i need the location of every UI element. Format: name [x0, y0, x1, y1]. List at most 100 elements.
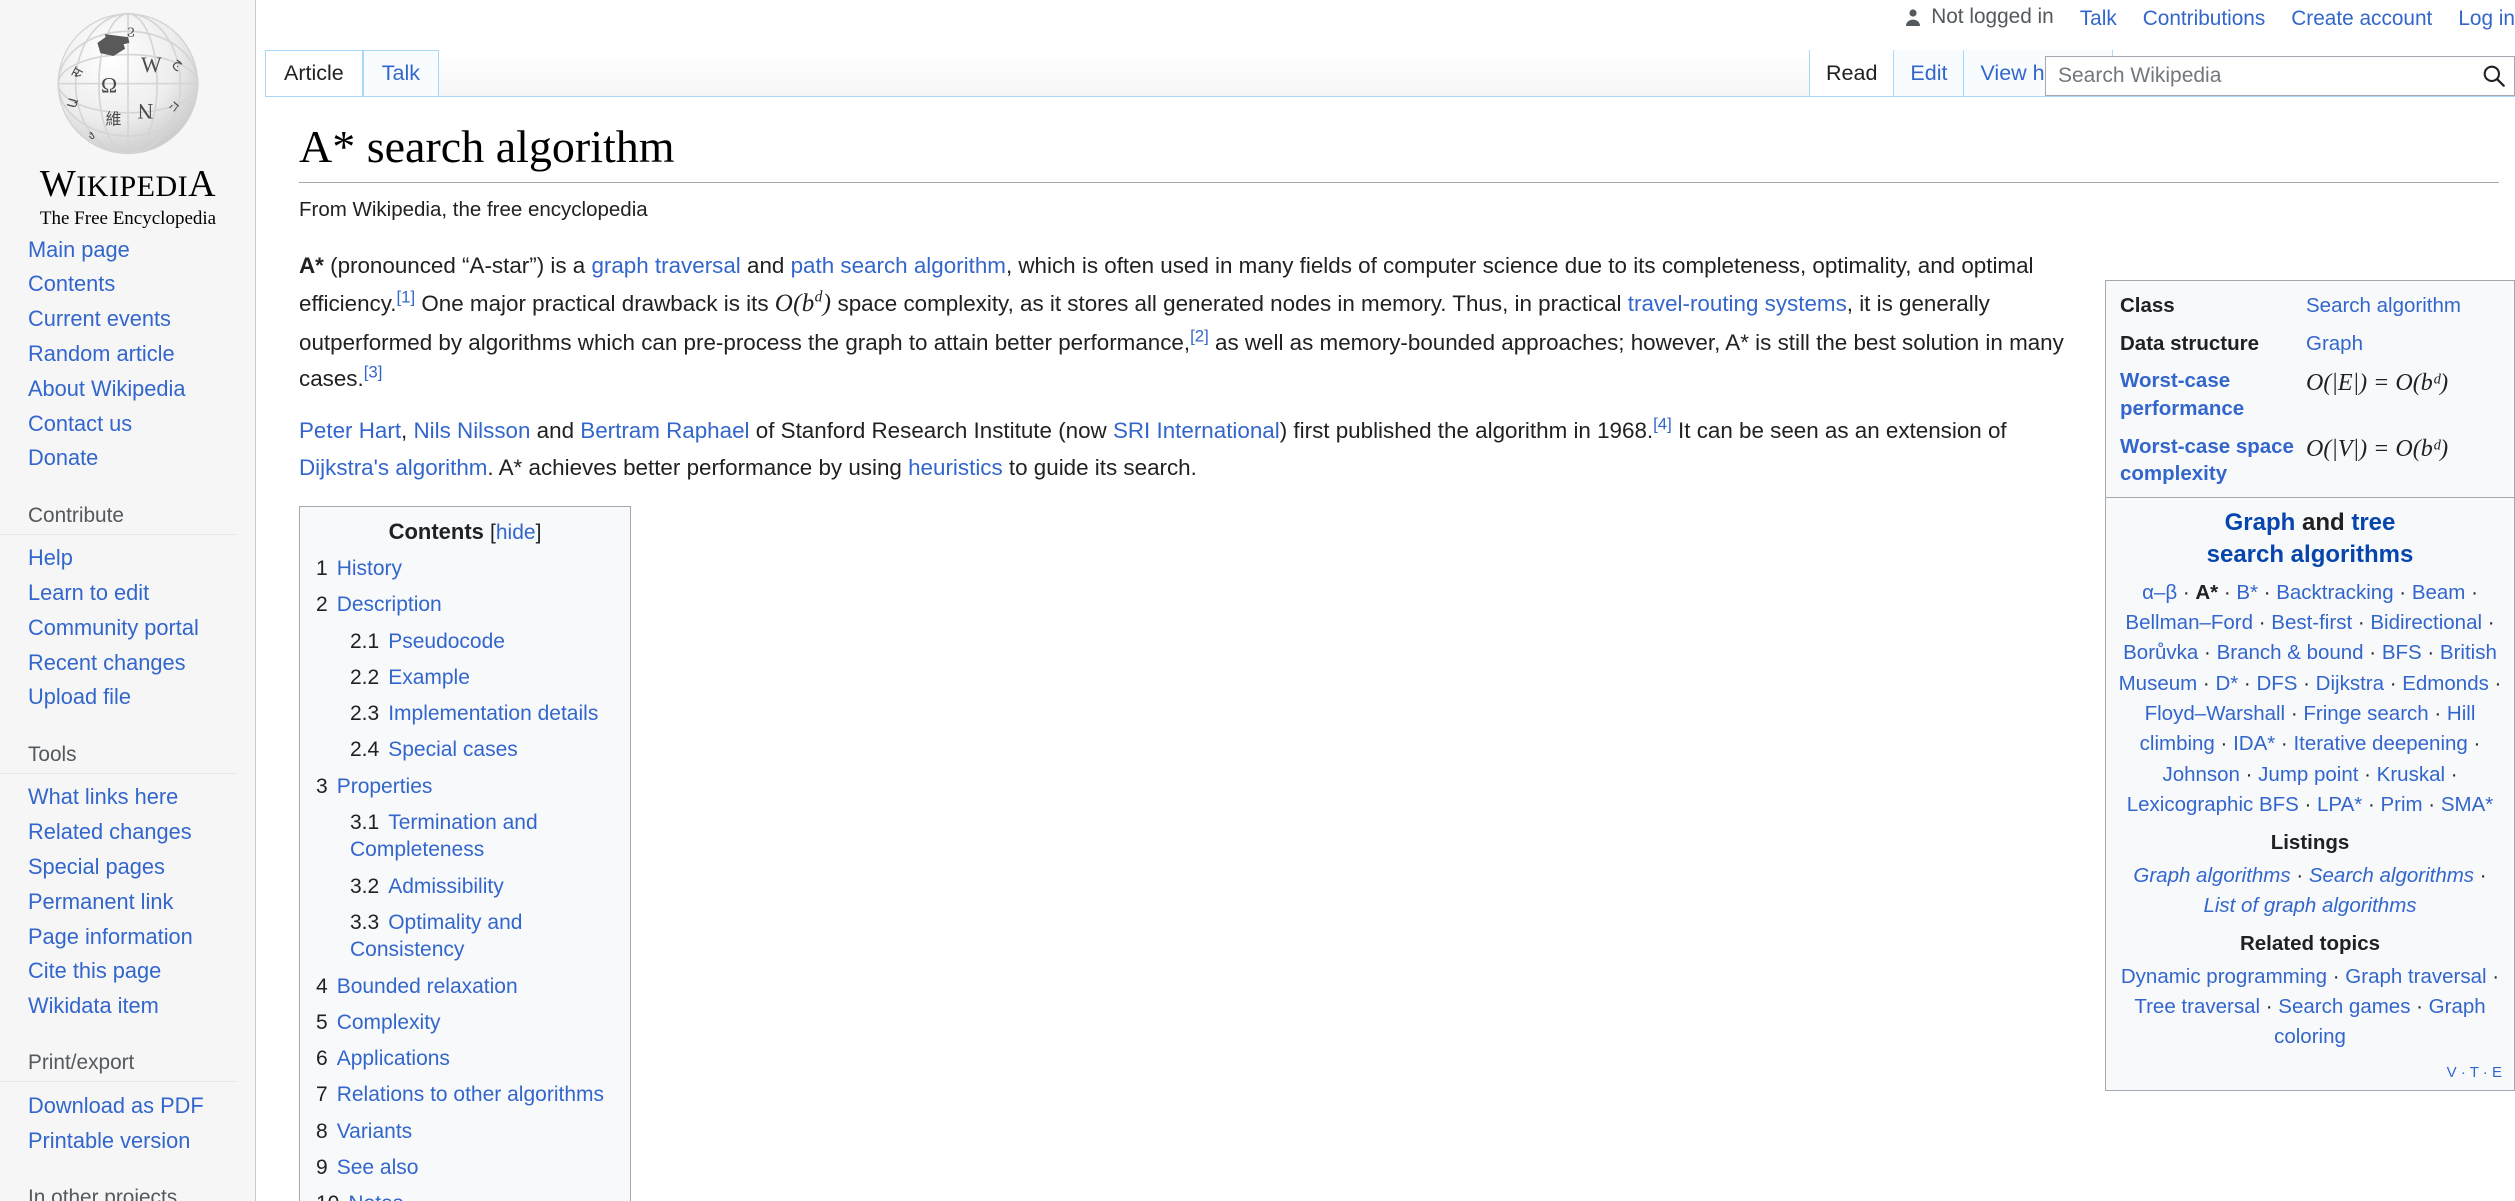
- navbox-link-dfs[interactable]: DFS: [2256, 672, 2297, 695]
- reference-marker-1[interactable]: [1]: [397, 288, 416, 307]
- link-worst-case-performance[interactable]: Worst-case performance: [2120, 369, 2244, 420]
- toc-link[interactable]: Implementation details: [388, 702, 598, 725]
- toc-item-pseudocode[interactable]: 2.1 Pseudocode: [316, 628, 614, 655]
- sidebar-item-download-as-pdf[interactable]: Download as PDF: [0, 1088, 255, 1123]
- search-box[interactable]: [2045, 56, 2515, 96]
- toc-item-history[interactable]: 1 History: [316, 555, 614, 582]
- tab-article[interactable]: Article: [265, 50, 363, 96]
- sidebar-item-upload-file[interactable]: Upload file: [0, 680, 255, 715]
- navbox-link-lexicographic-bfs[interactable]: Lexicographic BFS: [2127, 793, 2299, 816]
- wikipedia-logo[interactable]: Ω W N 維 स ج Ϩ ה ง Ա WIKIPEDIA The Free E…: [0, 0, 256, 232]
- reference-link[interactable]: [3]: [364, 363, 383, 382]
- link-search-algorithm[interactable]: Search algorithm: [2306, 294, 2461, 317]
- sidebar-item-contents[interactable]: Contents: [0, 267, 255, 302]
- sidebar-link[interactable]: Current events: [28, 306, 171, 331]
- sidebar-link[interactable]: What links here: [28, 784, 178, 809]
- sidebar-item-help[interactable]: Help: [0, 541, 255, 576]
- navbox-listing-link-graph-algorithms[interactable]: Graph algorithms: [2133, 864, 2290, 887]
- toc-link[interactable]: Special cases: [388, 738, 518, 761]
- navbox-related-link-dynamic-programming[interactable]: Dynamic programming: [2121, 965, 2327, 988]
- toc-item-see-also[interactable]: 9 See also: [316, 1154, 614, 1181]
- sidebar-item-wikidata-item[interactable]: Wikidata item: [0, 989, 255, 1024]
- navbox-link-best-first[interactable]: Best-first: [2271, 611, 2352, 634]
- sidebar-link[interactable]: Contents: [28, 271, 115, 296]
- sidebar-link[interactable]: Printable version: [28, 1128, 190, 1153]
- navbox-listing-link-list-of-graph-algorithms[interactable]: List of graph algorithms: [2203, 894, 2416, 917]
- toc-item-example[interactable]: 2.2 Example: [316, 664, 614, 691]
- toc-item-admissibility[interactable]: 3.2 Admissibility: [316, 873, 614, 900]
- toc-toggle[interactable]: [hide]: [490, 521, 541, 544]
- sidebar-link[interactable]: Permanent link: [28, 889, 173, 914]
- sidebar-link[interactable]: Main page: [28, 237, 130, 262]
- toc-item-special-cases[interactable]: 2.4 Special cases: [316, 736, 614, 763]
- link-travel-routing-systems[interactable]: travel-routing systems: [1628, 291, 1847, 316]
- search-input[interactable]: [2046, 64, 2474, 88]
- toc-link[interactable]: Description: [337, 593, 442, 616]
- vte-link-t[interactable]: T: [2470, 1064, 2479, 1081]
- link-tree-nav[interactable]: tree: [2351, 509, 2395, 536]
- toc-link[interactable]: Bounded relaxation: [337, 975, 518, 998]
- navbox-link-branch-bound[interactable]: Branch & bound: [2217, 641, 2364, 664]
- link-graph[interactable]: Graph: [2306, 332, 2363, 355]
- sidebar-link[interactable]: Random article: [28, 341, 175, 366]
- reference-link[interactable]: [2]: [1190, 326, 1209, 345]
- link-dijkstras-algorithm[interactable]: Dijkstra's algorithm: [299, 455, 487, 480]
- toc-link[interactable]: History: [337, 557, 402, 580]
- toc-link[interactable]: Relations to other algorithms: [337, 1083, 604, 1106]
- navbox-link-beam[interactable]: Beam: [2412, 581, 2466, 604]
- sidebar-item-special-pages[interactable]: Special pages: [0, 849, 255, 884]
- sidebar-link[interactable]: About Wikipedia: [28, 376, 186, 401]
- sidebar-item-cite-this-page[interactable]: Cite this page: [0, 954, 255, 989]
- navbox-link-prim[interactable]: Prim: [2380, 793, 2422, 816]
- link-peter-hart[interactable]: Peter Hart: [299, 418, 401, 443]
- sidebar-item-donate[interactable]: Donate: [0, 441, 255, 476]
- navbox-link-b[interactable]: B*: [2236, 581, 2258, 604]
- navbox-link-iterative-deepening[interactable]: Iterative deepening: [2293, 732, 2467, 755]
- link-heuristics[interactable]: heuristics: [908, 455, 1003, 480]
- navbox-link-ida[interactable]: IDA*: [2233, 732, 2275, 755]
- sidebar-link[interactable]: Wikidata item: [28, 993, 159, 1018]
- toc-item-relations-to-other-algorithms[interactable]: 7 Relations to other algorithms: [316, 1081, 614, 1108]
- toc-link[interactable]: Pseudocode: [388, 630, 505, 653]
- navbox-related-link-tree-traversal[interactable]: Tree traversal: [2134, 995, 2260, 1018]
- sidebar-item-what-links-here[interactable]: What links here: [0, 780, 255, 815]
- navbox-link-floyd-warshall[interactable]: Floyd–Warshall: [2145, 702, 2286, 725]
- navbox-link-d[interactable]: D*: [2215, 672, 2238, 695]
- sidebar-link[interactable]: Download as PDF: [28, 1093, 204, 1118]
- sidebar-item-community-portal[interactable]: Community portal: [0, 610, 255, 645]
- sidebar-link[interactable]: Page information: [28, 924, 193, 949]
- sidebar-item-recent-changes[interactable]: Recent changes: [0, 645, 255, 680]
- sidebar-link[interactable]: Related changes: [28, 819, 192, 844]
- toc-item-variants[interactable]: 8 Variants: [316, 1118, 614, 1145]
- toc-link[interactable]: Variants: [337, 1120, 412, 1143]
- toc-item-bounded-relaxation[interactable]: 4 Bounded relaxation: [316, 973, 614, 1000]
- sidebar-link[interactable]: Learn to edit: [28, 580, 149, 605]
- sidebar-item-about-wikipedia[interactable]: About Wikipedia: [0, 371, 255, 406]
- toc-link[interactable]: Admissibility: [388, 875, 504, 898]
- sidebar-link[interactable]: Donate: [28, 445, 98, 470]
- sidebar-item-learn-to-edit[interactable]: Learn to edit: [0, 576, 255, 611]
- navbox-link-johnson[interactable]: Johnson: [2162, 763, 2240, 786]
- search-icon[interactable]: [2474, 63, 2514, 89]
- tab-talk[interactable]: Talk: [362, 50, 439, 96]
- toc-item-applications[interactable]: 6 Applications: [316, 1045, 614, 1072]
- link-worst-case-space-complexity[interactable]: Worst-case space complexity: [2120, 435, 2294, 486]
- navbox-link-sma[interactable]: SMA*: [2441, 793, 2493, 816]
- navbox-link-bor-vka[interactable]: Borůvka: [2123, 641, 2198, 664]
- toc-toggle-label[interactable]: hide: [496, 521, 536, 544]
- toc-link[interactable]: See also: [337, 1156, 419, 1179]
- sidebar-item-current-events[interactable]: Current events: [0, 302, 255, 337]
- link-nils-nilsson[interactable]: Nils Nilsson: [414, 418, 531, 443]
- toc-item-properties[interactable]: 3 Properties: [316, 773, 614, 800]
- sidebar-link[interactable]: Contact us: [28, 411, 132, 436]
- vte-link-e[interactable]: E: [2492, 1064, 2502, 1081]
- link-path-search-algorithm[interactable]: path search algorithm: [791, 253, 1006, 278]
- navbox-link-kruskal[interactable]: Kruskal: [2377, 763, 2445, 786]
- sidebar-link[interactable]: Help: [28, 545, 73, 570]
- navbox-link-jump-point[interactable]: Jump point: [2258, 763, 2358, 786]
- reference-marker-4[interactable]: [4]: [1653, 415, 1672, 434]
- navbox-link-bfs[interactable]: BFS: [2382, 641, 2422, 664]
- toc-item-optimality-and-consistency[interactable]: 3.3 Optimality and Consistency: [316, 909, 614, 964]
- navbox-link-edmonds[interactable]: Edmonds: [2402, 672, 2489, 695]
- toc-link[interactable]: Complexity: [337, 1011, 441, 1034]
